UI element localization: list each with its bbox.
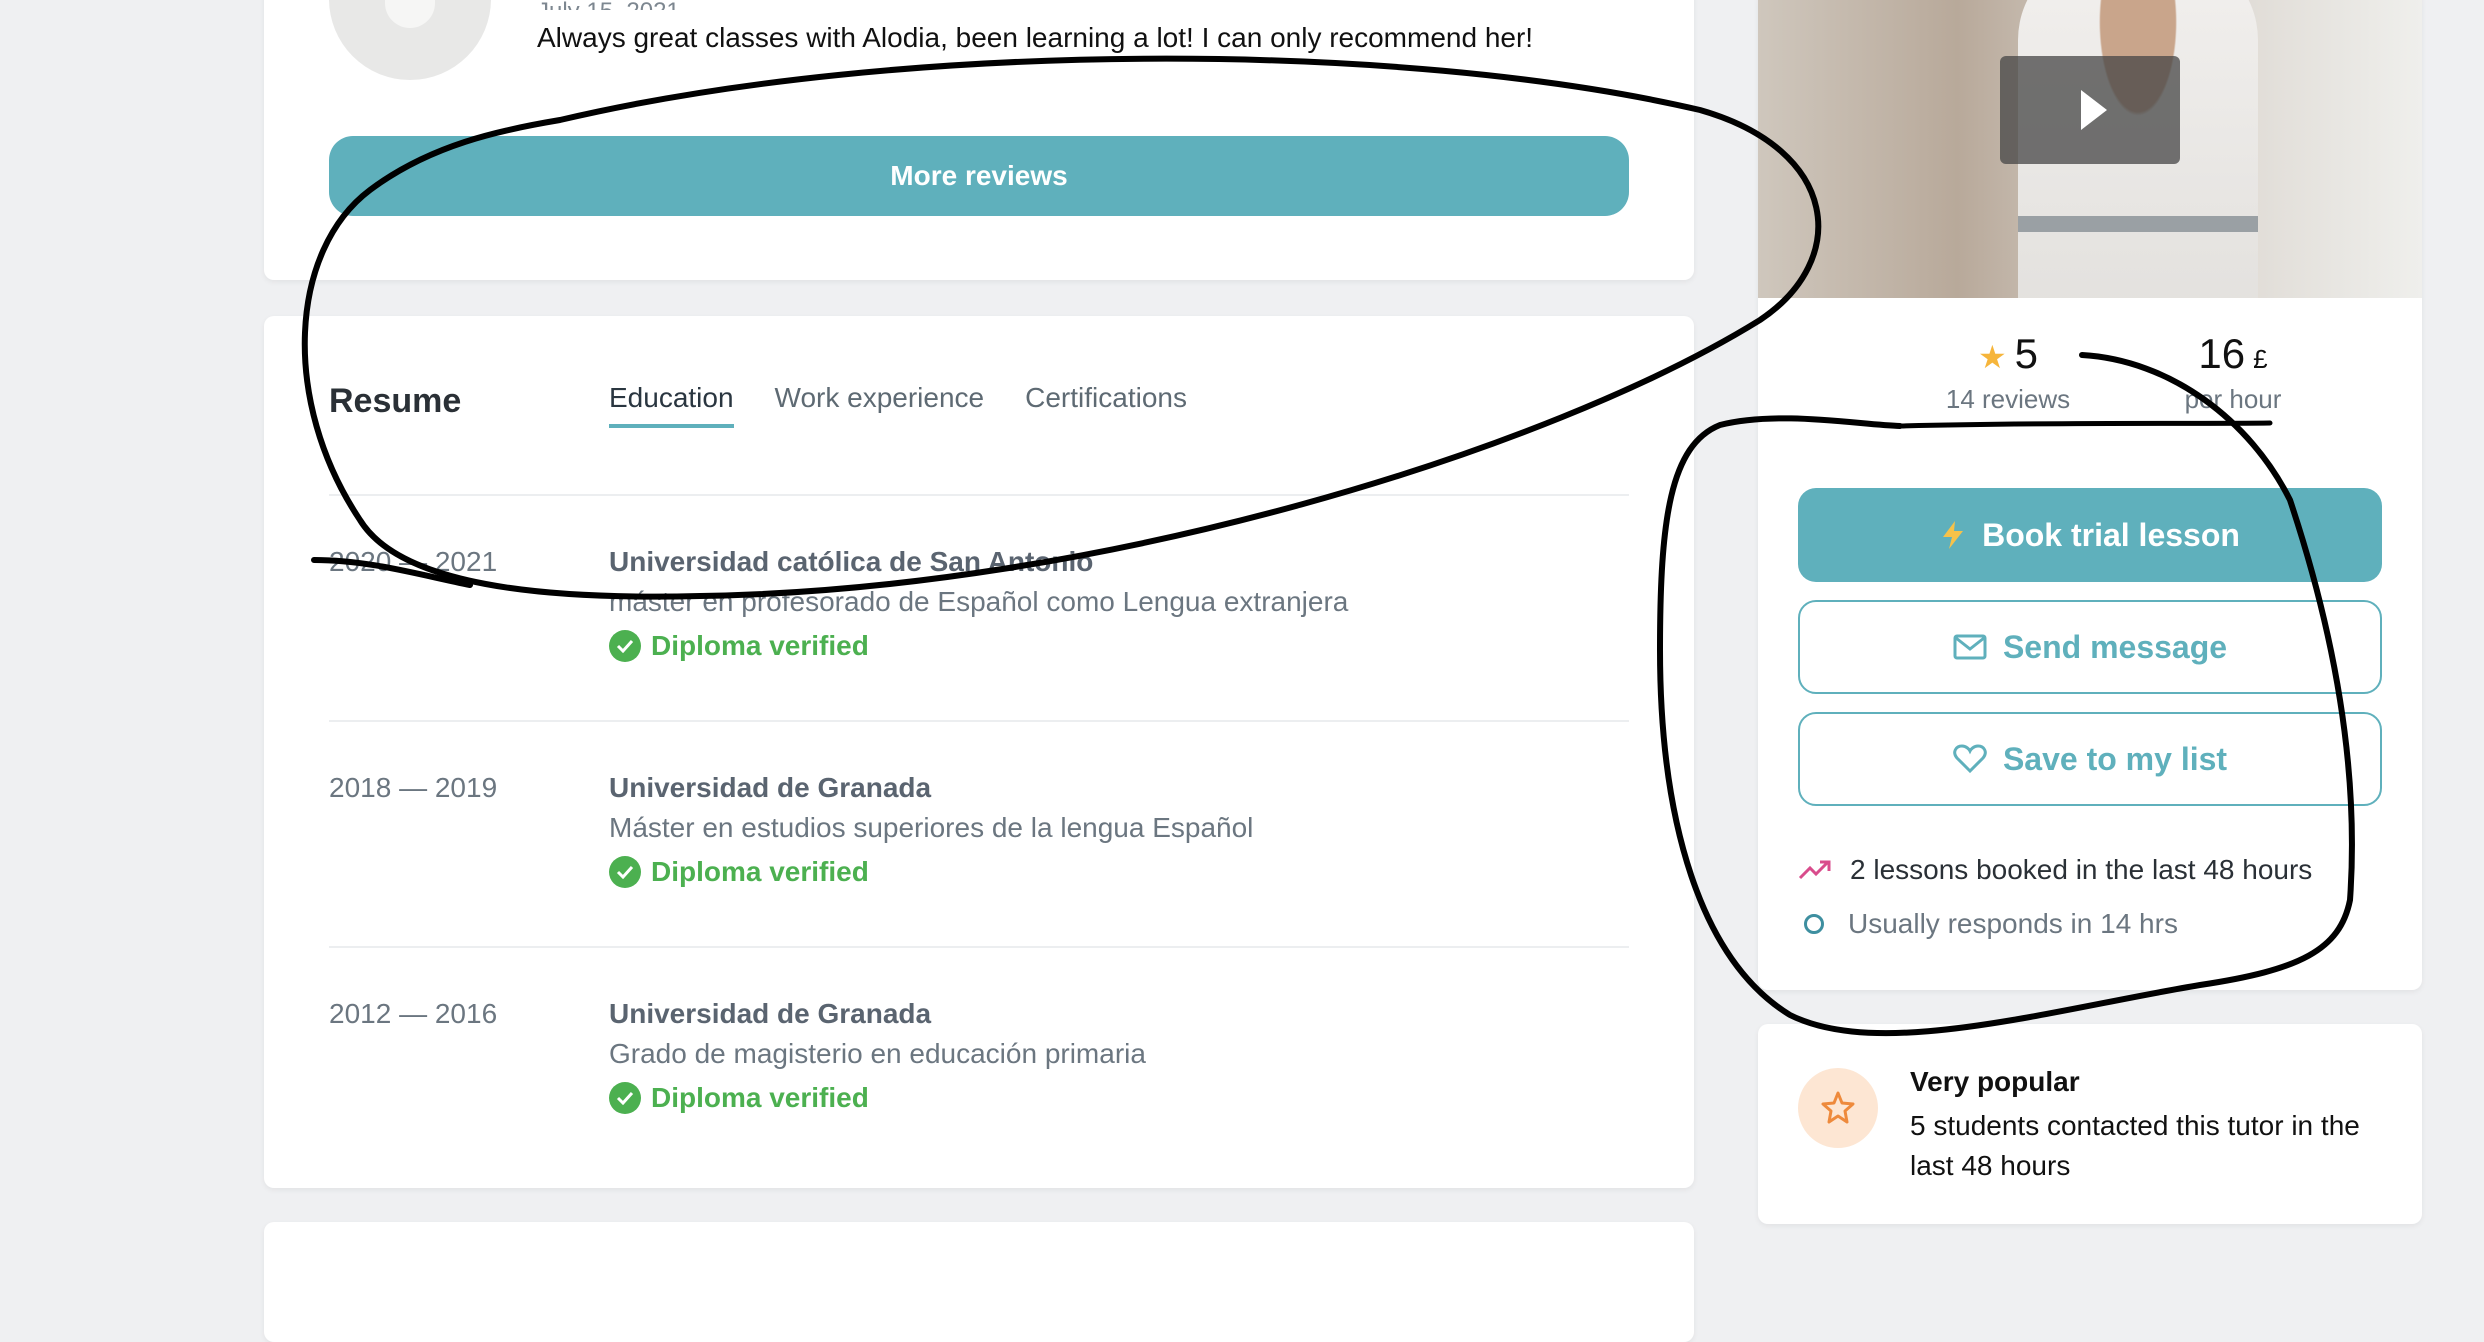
response-time-info: Usually responds in 14 hrs <box>1798 908 2178 940</box>
book-trial-lesson-button[interactable]: Book trial lesson <box>1798 488 2382 582</box>
tutor-booking-card: ★ 5 14 reviews 16 £ per hour Book trial … <box>1758 0 2422 990</box>
popular-star-icon <box>1798 1068 1878 1148</box>
education-school: Universidad de Granada <box>609 998 932 1029</box>
lightning-icon <box>1943 521 1964 549</box>
education-years: 2012 — 2016 <box>329 998 498 1029</box>
verified-label: Diploma verified <box>651 856 869 887</box>
mail-icon <box>1953 634 1987 660</box>
currency: £ <box>2253 344 2268 374</box>
education-years: 2020 — 2021 <box>329 546 498 577</box>
more-reviews-button[interactable]: More reviews <box>329 136 1629 216</box>
response-time-text: Usually responds in 14 hrs <box>1848 908 2178 939</box>
education-years: 2018 — 2019 <box>329 772 498 803</box>
popularity-card: Very popular 5 students contacted this t… <box>1758 1024 2422 1224</box>
education-degree: Grado de magisterio en educación primari… <box>609 1038 1146 1069</box>
next-section-card <box>264 1222 1694 1342</box>
price-stat: 16 £ per hour <box>2128 330 2338 415</box>
rating-stat: ★ 5 14 reviews <box>1903 330 2113 415</box>
tab-certifications[interactable]: Certifications <box>1025 382 1187 428</box>
play-icon <box>2081 90 2107 130</box>
sweater-stripe <box>2018 216 2258 232</box>
heart-icon <box>1953 744 1987 774</box>
lessons-booked-info: 2 lessons booked in the last 48 hours <box>1798 854 2312 886</box>
divider <box>329 720 1629 722</box>
resume-card: Resume Education Work experience Certifi… <box>264 316 1694 1188</box>
reviewer-avatar <box>329 0 491 80</box>
education-item: 2020 — 2021 Universidad católica de San … <box>329 546 1629 686</box>
check-circle-icon <box>609 856 641 888</box>
resume-title: Resume <box>329 382 462 420</box>
star-icon: ★ <box>1977 339 2007 375</box>
reviews-count[interactable]: 14 reviews <box>1903 384 2113 415</box>
trending-up-icon <box>1798 860 1831 880</box>
education-school: Universidad de Granada <box>609 772 932 803</box>
divider <box>329 494 1629 496</box>
tab-work-experience[interactable]: Work experience <box>775 382 985 428</box>
rating-value: 5 <box>2014 330 2039 377</box>
book-trial-label: Book trial lesson <box>1982 516 2240 553</box>
play-button[interactable] <box>2000 56 2180 164</box>
diploma-verified: Diploma verified <box>609 856 869 888</box>
price-value: 16 <box>2198 330 2246 377</box>
send-message-button[interactable]: Send message <box>1798 600 2382 694</box>
education-item: 2018 — 2019 Universidad de Granada Máste… <box>329 772 1629 912</box>
tab-education[interactable]: Education <box>609 382 734 428</box>
review-date: July 15, 2021 <box>537 0 680 10</box>
verified-label: Diploma verified <box>651 630 869 661</box>
education-degree: máster en profesorado de Español como Le… <box>609 586 1349 617</box>
status-circle-icon <box>1804 914 1824 934</box>
lessons-booked-text: 2 lessons booked in the last 48 hours <box>1850 854 2313 885</box>
education-degree: Máster en estudios superiores de la leng… <box>609 812 1254 843</box>
check-circle-icon <box>609 1082 641 1114</box>
education-item: 2012 — 2016 Universidad de Granada Grado… <box>329 998 1629 1138</box>
save-to-list-label: Save to my list <box>2002 740 2228 777</box>
resume-tabs: Education Work experience Certifications <box>609 382 1187 428</box>
review-text: Always great classes with Alodia, been l… <box>537 22 1534 53</box>
popular-text: 5 students contacted this tutor in the l… <box>1910 1110 2360 1181</box>
price-label: per hour <box>2184 384 2282 414</box>
check-circle-icon <box>609 630 641 662</box>
review-card: July 15, 2021 Always great classes with … <box>264 0 1694 280</box>
intro-video[interactable] <box>1758 0 2422 298</box>
divider <box>329 946 1629 948</box>
education-school: Universidad católica de San Antonio <box>609 546 1094 577</box>
diploma-verified: Diploma verified <box>609 630 869 662</box>
popular-title: Very popular <box>1910 1066 2080 1097</box>
save-to-list-button[interactable]: Save to my list <box>1798 712 2382 806</box>
verified-label: Diploma verified <box>651 1082 869 1113</box>
send-message-label: Send message <box>2002 628 2228 665</box>
diploma-verified: Diploma verified <box>609 1082 869 1114</box>
